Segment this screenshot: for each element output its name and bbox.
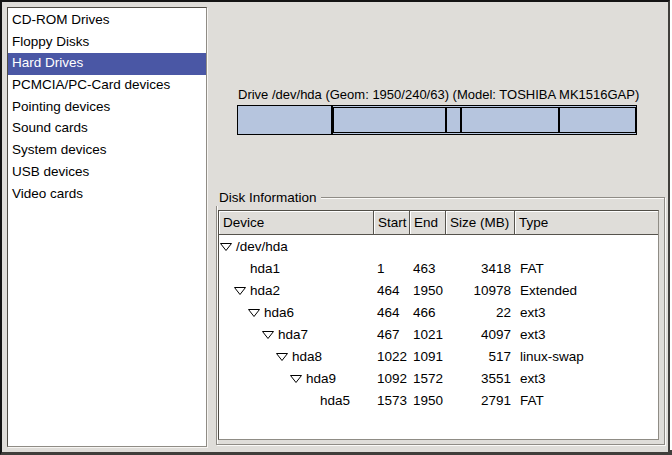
size-cell: 2791 [446, 390, 515, 412]
end-cell: 1091 [410, 346, 446, 368]
sidebar-item-video-cards[interactable]: Video cards [8, 184, 206, 206]
device-cell: hda7 [219, 324, 374, 346]
device-cell: hda8 [219, 346, 374, 368]
sidebar-item-pcmcia-pc-card-devices[interactable]: PCMCIA/PC-Card devices [8, 75, 206, 97]
start-cell: 464 [374, 280, 410, 302]
partition-segment-hda9 [461, 107, 560, 133]
disk-table-row-hda2[interactable]: hda2 464195010978Extended [219, 280, 658, 302]
type-cell: FAT [515, 390, 658, 412]
size-cell [446, 236, 515, 258]
disk-table-header: DeviceStartEndSize (MB)Type [219, 211, 658, 235]
size-cell: 10978 [446, 280, 515, 302]
size-cell: 22 [446, 302, 515, 324]
sidebar-item-usb-devices[interactable]: USB devices [8, 162, 206, 184]
disk-table-row-hda8[interactable]: hda8 10221091517linux-swap [219, 346, 658, 368]
column-header-size-mb[interactable]: Size (MB) [446, 211, 515, 234]
disk-table-body: /dev/hdahda114633418FAThda2464195010978E… [219, 235, 658, 412]
column-header-start[interactable]: Start [374, 211, 410, 234]
end-cell: 1021 [410, 324, 446, 346]
start-cell [374, 236, 410, 258]
partition-segment-hda8 [446, 107, 460, 133]
device-category-list: CD-ROM DrivesFloppy DisksHard DrivesPCMC… [7, 7, 207, 447]
end-cell: 463 [410, 258, 446, 280]
device-name: hda1 [250, 261, 280, 276]
hardware-browser-window: CD-ROM DrivesFloppy DisksHard DrivesPCMC… [0, 0, 670, 455]
device-name: hda5 [320, 393, 350, 408]
expander-triangle-icon[interactable] [248, 309, 260, 317]
disk-table-row-hda6[interactable]: hda6 46446622ext3 [219, 302, 658, 324]
disk-information-title: Disk Information [216, 190, 321, 206]
device-cell: /dev/hda [219, 236, 374, 258]
partition-segment-hda5 [559, 107, 636, 133]
disk-information-frame: Disk Information DeviceStartEndSize (MB)… [216, 197, 665, 445]
device-name: hda9 [306, 371, 336, 386]
disk-table-row-hda7[interactable]: hda7 46710214097ext3 [219, 324, 658, 346]
end-cell: 466 [410, 302, 446, 324]
device-name: /dev/hda [236, 239, 288, 254]
partition-bar [237, 105, 637, 135]
disk-table: DeviceStartEndSize (MB)Type /dev/hda hda1… [218, 210, 659, 440]
start-cell: 1 [374, 258, 410, 280]
start-cell: 1092 [374, 368, 410, 390]
sidebar-item-system-devices[interactable]: System devices [8, 140, 206, 162]
disk-table-row-hda5[interactable]: hda5 157319502791FAT [219, 390, 658, 412]
end-cell: 1572 [410, 368, 446, 390]
size-cell: 3551 [446, 368, 515, 390]
expander-triangle-icon[interactable] [220, 243, 232, 251]
device-name: hda8 [292, 349, 322, 364]
device-name: hda2 [250, 283, 280, 298]
device-name: hda7 [278, 327, 308, 342]
device-cell: hda5 [219, 390, 374, 412]
type-cell: ext3 [515, 368, 658, 390]
expander-triangle-icon[interactable] [262, 331, 274, 339]
size-cell: 517 [446, 346, 515, 368]
device-cell: hda6 [219, 302, 374, 324]
type-cell: ext3 [515, 302, 658, 324]
start-cell: 464 [374, 302, 410, 324]
sidebar-item-floppy-disks[interactable]: Floppy Disks [8, 32, 206, 54]
type-cell [515, 236, 658, 258]
device-cell: hda9 [219, 368, 374, 390]
end-cell [410, 236, 446, 258]
size-cell: 3418 [446, 258, 515, 280]
disk-table-row-hda9[interactable]: hda9 109215723551ext3 [219, 368, 658, 390]
start-cell: 467 [374, 324, 410, 346]
type-cell: linux-swap [515, 346, 658, 368]
disk-table-row-hda1[interactable]: hda1 14633418FAT [219, 258, 658, 280]
partition-segment-hda1 [237, 105, 332, 135]
start-cell: 1022 [374, 346, 410, 368]
sidebar-item-cd-rom-drives[interactable]: CD-ROM Drives [8, 10, 206, 32]
end-cell: 1950 [410, 280, 446, 302]
drive-label: Drive /dev/hda (Geom: 1950/240/63) (Mode… [238, 87, 639, 102]
sidebar-item-hard-drives[interactable]: Hard Drives [8, 53, 206, 75]
type-cell: ext3 [515, 324, 658, 346]
expander-triangle-icon[interactable] [290, 375, 302, 383]
sidebar-item-sound-cards[interactable]: Sound cards [8, 118, 206, 140]
end-cell: 1950 [410, 390, 446, 412]
expander-triangle-icon[interactable] [276, 353, 288, 361]
column-header-device[interactable]: Device [219, 211, 374, 234]
column-header-end[interactable]: End [410, 211, 446, 234]
start-cell: 1573 [374, 390, 410, 412]
column-header-type[interactable]: Type [515, 211, 658, 234]
type-cell: FAT [515, 258, 658, 280]
device-name: hda6 [264, 305, 294, 320]
type-cell: Extended [515, 280, 658, 302]
device-cell: hda2 [219, 280, 374, 302]
sidebar-item-pointing-devices[interactable]: Pointing devices [8, 97, 206, 119]
disk-table-row-dev-hda[interactable]: /dev/hda [219, 236, 658, 258]
partition-segment-hda7 [333, 107, 447, 133]
device-cell: hda1 [219, 258, 374, 280]
size-cell: 4097 [446, 324, 515, 346]
expander-triangle-icon[interactable] [234, 287, 246, 295]
